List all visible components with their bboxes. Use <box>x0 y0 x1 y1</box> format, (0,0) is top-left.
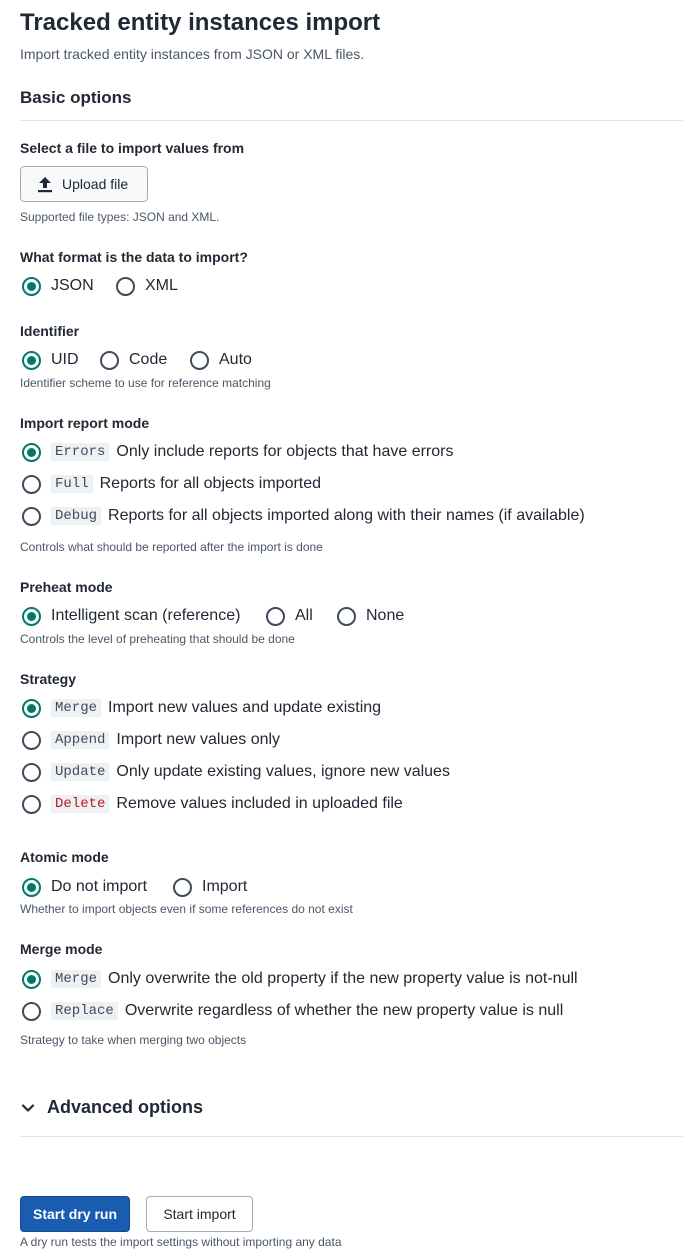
preheat-option-label: All <box>295 607 313 624</box>
report-option-code: Full <box>51 475 93 493</box>
start-dry-run-button[interactable]: Start dry run <box>20 1196 130 1232</box>
merge-help: Strategy to take when merging two object… <box>20 1033 247 1047</box>
preheat-label: Preheat mode <box>20 579 113 595</box>
strategy-label: Strategy <box>20 671 77 687</box>
merge-option-text: Overwrite regardless of whether the new … <box>124 1002 564 1019</box>
identifier-option-label: UID <box>51 351 79 368</box>
file-label: Select a file to import values from <box>20 140 245 156</box>
basic-options-heading: Basic options <box>20 88 132 107</box>
merge-label: Merge mode <box>20 941 103 957</box>
atomic-option-do-not-import[interactable]: Do not import <box>22 875 147 899</box>
format-option-label: JSON <box>51 277 94 294</box>
preheat-option-intelligent[interactable]: Intelligent scan (reference) <box>22 604 240 628</box>
atomic-label: Atomic mode <box>20 849 109 865</box>
radio-debug[interactable] <box>22 506 41 526</box>
report-option-text: Reports for all objects imported <box>99 475 322 492</box>
report-option-debug[interactable]: Debug Reports for all objects imported a… <box>22 504 585 528</box>
page-subtitle: Import tracked entity instances from JSO… <box>20 46 365 62</box>
radio-merge[interactable] <box>22 698 41 718</box>
radio-import[interactable] <box>173 877 192 897</box>
radio-append[interactable] <box>22 730 41 750</box>
strategy-option-text: Only update existing values, ignore new … <box>116 763 450 780</box>
file-help: Supported file types: JSON and XML. <box>20 210 220 224</box>
format-option-label: XML <box>145 277 178 294</box>
section-divider <box>20 120 683 121</box>
section-divider <box>20 1136 683 1137</box>
strategy-option-append[interactable]: Append Import new values only <box>22 728 280 752</box>
strategy-option-delete[interactable]: Delete Remove values included in uploade… <box>22 792 403 816</box>
radio-json[interactable] <box>22 276 41 296</box>
atomic-option-label: Import <box>202 878 248 895</box>
identifier-option-auto[interactable]: Auto <box>190 348 252 372</box>
strategy-option-code: Merge <box>51 699 102 717</box>
strategy-option-code: Update <box>51 763 110 781</box>
upload-file-button[interactable]: Upload file <box>20 166 148 202</box>
strategy-option-merge[interactable]: Merge Import new values and update exist… <box>22 696 381 720</box>
radio-full[interactable] <box>22 474 41 494</box>
radio-xml[interactable] <box>116 276 135 296</box>
radio-update[interactable] <box>22 762 41 782</box>
strategy-option-update[interactable]: Update Only update existing values, igno… <box>22 760 450 784</box>
identifier-option-label: Auto <box>219 351 252 368</box>
report-option-errors[interactable]: Errors Only include reports for objects … <box>22 440 453 464</box>
identifier-help: Identifier scheme to use for reference m… <box>20 376 271 390</box>
report-option-full[interactable]: Full Reports for all objects imported <box>22 472 321 496</box>
merge-option-text: Only overwrite the old property if the n… <box>108 970 578 987</box>
report-option-code: Debug <box>51 507 102 525</box>
identifier-option-uid[interactable]: UID <box>22 348 79 372</box>
atomic-help: Whether to import objects even if some r… <box>20 902 353 916</box>
preheat-option-label: None <box>366 607 405 624</box>
merge-option-code: Merge <box>51 970 102 988</box>
advanced-options-label: Advanced options <box>47 1097 204 1117</box>
format-label: What format is the data to import? <box>20 249 248 265</box>
strategy-option-text: Remove values included in uploaded file <box>116 795 403 812</box>
report-help: Controls what should be reported after t… <box>20 540 323 554</box>
preheat-help: Controls the level of preheating that sh… <box>20 632 295 646</box>
report-option-text: Reports for all objects imported along w… <box>108 507 585 524</box>
page-title: Tracked entity instances import <box>20 9 381 36</box>
report-option-text: Only include reports for objects that ha… <box>116 443 454 460</box>
start-import-button[interactable]: Start import <box>146 1196 253 1232</box>
preheat-option-none[interactable]: None <box>337 604 404 628</box>
merge-option-replace[interactable]: Replace Overwrite regardless of whether … <box>22 999 563 1023</box>
radio-auto[interactable] <box>190 350 209 370</box>
radio-intelligent[interactable] <box>22 606 41 626</box>
atomic-option-import[interactable]: Import <box>173 875 247 899</box>
actions-help: A dry run tests the import settings with… <box>20 1235 342 1249</box>
strategy-option-code: Delete <box>51 795 110 813</box>
report-option-code: Errors <box>51 443 110 461</box>
atomic-option-label: Do not import <box>51 878 148 895</box>
format-option-xml[interactable]: XML <box>116 274 178 298</box>
preheat-option-all[interactable]: All <box>266 604 313 628</box>
identifier-label: Identifier <box>20 323 80 339</box>
preheat-option-label: Intelligent scan (reference) <box>51 607 241 624</box>
advanced-options-toggle[interactable]: Advanced options <box>20 1097 203 1118</box>
strategy-option-text: Import new values only <box>116 731 281 748</box>
radio-errors[interactable] <box>22 442 41 462</box>
radio-code[interactable] <box>100 350 119 370</box>
merge-option-merge[interactable]: Merge Only overwrite the old property if… <box>22 967 578 991</box>
radio-none[interactable] <box>337 606 356 626</box>
report-label: Import report mode <box>20 415 150 431</box>
identifier-option-code[interactable]: Code <box>100 348 167 372</box>
strategy-option-text: Import new values and update existing <box>108 699 382 716</box>
radio-delete[interactable] <box>22 794 41 814</box>
upload-icon <box>37 176 53 193</box>
radio-replace[interactable] <box>22 1001 41 1021</box>
radio-all[interactable] <box>266 606 285 626</box>
strategy-option-code: Append <box>51 731 110 749</box>
identifier-option-label: Code <box>129 351 168 368</box>
format-option-json[interactable]: JSON <box>22 274 94 298</box>
upload-file-label: Upload file <box>62 176 129 192</box>
chevron-down-icon <box>20 1100 36 1116</box>
merge-option-code: Replace <box>51 1002 118 1020</box>
radio-uid[interactable] <box>22 350 41 370</box>
radio-merge-mode[interactable] <box>22 969 41 989</box>
radio-do-not-import[interactable] <box>22 877 41 897</box>
